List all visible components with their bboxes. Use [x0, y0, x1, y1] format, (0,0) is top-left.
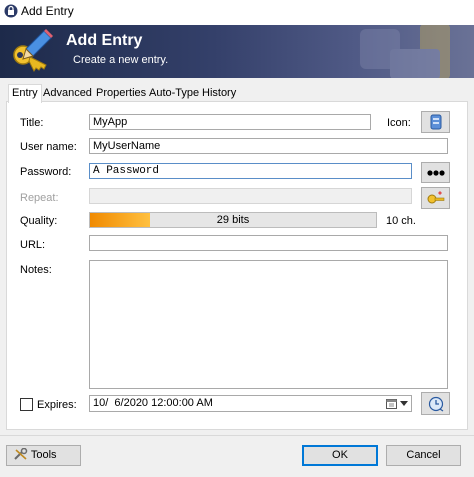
calendar-icon[interactable]	[386, 398, 397, 409]
keepass-lock-icon	[4, 4, 18, 18]
cancel-button-label: Cancel	[406, 449, 441, 461]
quality-bar: 29 bits	[89, 212, 377, 228]
wrench-icon	[14, 447, 28, 460]
clock-icon	[428, 396, 443, 411]
quality-label: Quality:	[20, 215, 58, 227]
tab-entry[interactable]: Entry	[8, 84, 42, 103]
tools-button-label: Tools	[30, 449, 57, 461]
tab-properties-label: Properties	[96, 87, 147, 99]
tab-properties[interactable]: Properties	[93, 86, 149, 101]
icon-picker-button[interactable]	[421, 111, 450, 133]
standard-key-icon	[430, 114, 441, 130]
ok-button[interactable]: OK	[302, 445, 378, 466]
password-generator-button[interactable]	[421, 187, 450, 209]
dots-icon	[426, 169, 445, 176]
tab-advanced-label: Advanced	[43, 87, 92, 99]
tab-auto-type-label: Auto-Type	[149, 87, 200, 99]
tab-history-label: History	[202, 87, 237, 99]
key-generator-icon	[427, 191, 444, 204]
header-banner: Add Entry Create a new entry.	[0, 25, 474, 78]
expires-checkbox[interactable]	[20, 398, 33, 411]
expiry-preset-button[interactable]	[421, 392, 450, 415]
icon-label: Icon:	[387, 117, 411, 129]
footer-separator	[0, 435, 474, 436]
cancel-button[interactable]: Cancel	[386, 445, 461, 466]
quality-bits-text: 29 bits	[216, 214, 250, 226]
tab-strip-divider	[6, 101, 468, 102]
url-label: URL:	[20, 239, 46, 251]
password-label: Password:	[20, 166, 72, 178]
password-field[interactable]: A Password	[89, 163, 412, 179]
title-bar: Add Entry	[0, 0, 474, 25]
tab-history[interactable]: History	[199, 86, 239, 101]
show-password-button[interactable]	[421, 162, 450, 183]
notes-textarea[interactable]	[89, 260, 448, 389]
title-label: Title:	[20, 117, 44, 129]
ok-button-label: OK	[332, 449, 348, 461]
banner-subtitle: Create a new entry.	[73, 54, 169, 66]
expiry-date-value: 10/ 6/2020 12:00:00 AM	[93, 397, 213, 409]
window-title: Add Entry	[21, 4, 74, 18]
watermark-keys-icon	[360, 25, 450, 78]
tools-button[interactable]: Tools	[6, 445, 81, 466]
notes-label: Notes:	[20, 264, 52, 276]
tab-auto-type[interactable]: Auto-Type	[146, 86, 202, 101]
expires-label: Expires:	[37, 399, 77, 411]
repeat-label: Repeat:	[20, 192, 59, 204]
repeat-password-field[interactable]	[89, 188, 412, 204]
title-field[interactable]: MyApp	[89, 114, 371, 130]
username-field[interactable]: MyUserName	[89, 138, 448, 154]
quality-char-count: 10 ch.	[386, 215, 416, 227]
username-label: User name:	[20, 141, 77, 153]
tab-advanced[interactable]: Advanced	[40, 86, 95, 101]
expiry-date-picker[interactable]: 10/ 6/2020 12:00:00 AM	[89, 395, 412, 412]
chevron-down-icon[interactable]	[400, 401, 408, 406]
banner-title: Add Entry	[66, 32, 143, 49]
key-pencil-icon	[13, 29, 53, 72]
tab-entry-label: Entry	[12, 87, 38, 99]
url-field[interactable]	[89, 235, 448, 251]
